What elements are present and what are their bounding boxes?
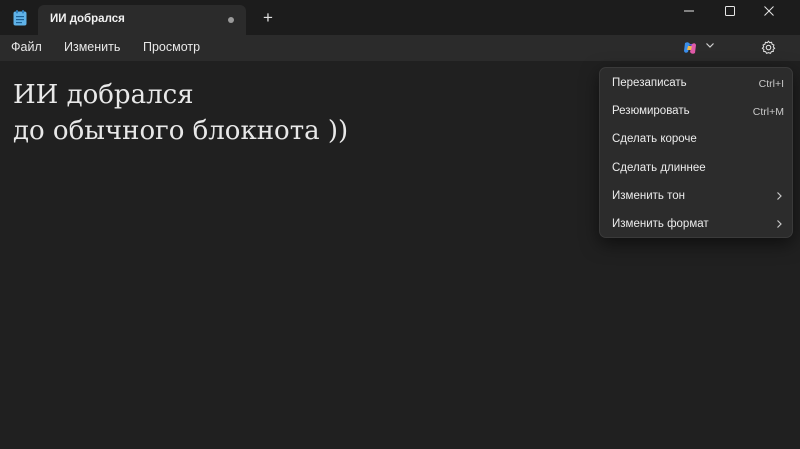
menu-item-label: Изменить тон (612, 190, 685, 202)
new-tab-button[interactable]: + (258, 8, 278, 28)
minimize-button[interactable] (666, 0, 712, 22)
menu-item-shortcut: Ctrl+I (758, 78, 784, 90)
notepad-icon (13, 10, 27, 26)
menu-item-make-longer[interactable]: Сделать длиннее (600, 154, 794, 182)
menu-edit[interactable]: Изменить (64, 40, 120, 54)
chevron-right-icon (777, 220, 782, 228)
tab-title: ИИ добрался (50, 13, 125, 25)
menu-item-label: Изменить формат (612, 218, 709, 230)
menu-item-shortcut: Ctrl+M (752, 106, 784, 118)
close-button[interactable] (746, 0, 792, 22)
document-text[interactable]: ИИ добрался до обычного блокнота )) (13, 77, 348, 149)
maximize-icon (725, 6, 735, 16)
menu-view[interactable]: Просмотр (143, 40, 200, 54)
menu-item-label: Сделать короче (612, 133, 697, 145)
tab-document[interactable]: ИИ добрался (38, 5, 246, 35)
menu-item-label: Сделать длиннее (612, 162, 706, 174)
menu-item-change-tone[interactable]: Изменить тон (600, 182, 794, 210)
close-icon (764, 6, 774, 16)
gear-icon[interactable] (761, 40, 776, 55)
menu-file[interactable]: Файл (11, 40, 42, 54)
menu-bar: Файл Изменить Просмотр (0, 35, 800, 61)
menu-item-label: Резюмировать (612, 105, 690, 117)
menu-item-change-format[interactable]: Изменить формат (600, 210, 794, 238)
title-bar: ИИ добрался + (0, 0, 800, 35)
menu-item-label: Перезаписать (612, 77, 687, 89)
copilot-icon (684, 42, 696, 54)
menu-item-summarize[interactable]: Резюмировать Ctrl+M (600, 97, 794, 125)
chevron-down-icon[interactable] (705, 40, 715, 50)
chevron-right-icon (777, 192, 782, 200)
unsaved-indicator-icon[interactable] (228, 17, 234, 23)
menu-item-rewrite[interactable]: Перезаписать Ctrl+I (600, 69, 794, 97)
minimize-icon (684, 10, 694, 12)
menu-item-make-shorter[interactable]: Сделать короче (600, 125, 794, 153)
copilot-dropdown-menu: Перезаписать Ctrl+I Резюмировать Ctrl+M … (599, 67, 793, 238)
